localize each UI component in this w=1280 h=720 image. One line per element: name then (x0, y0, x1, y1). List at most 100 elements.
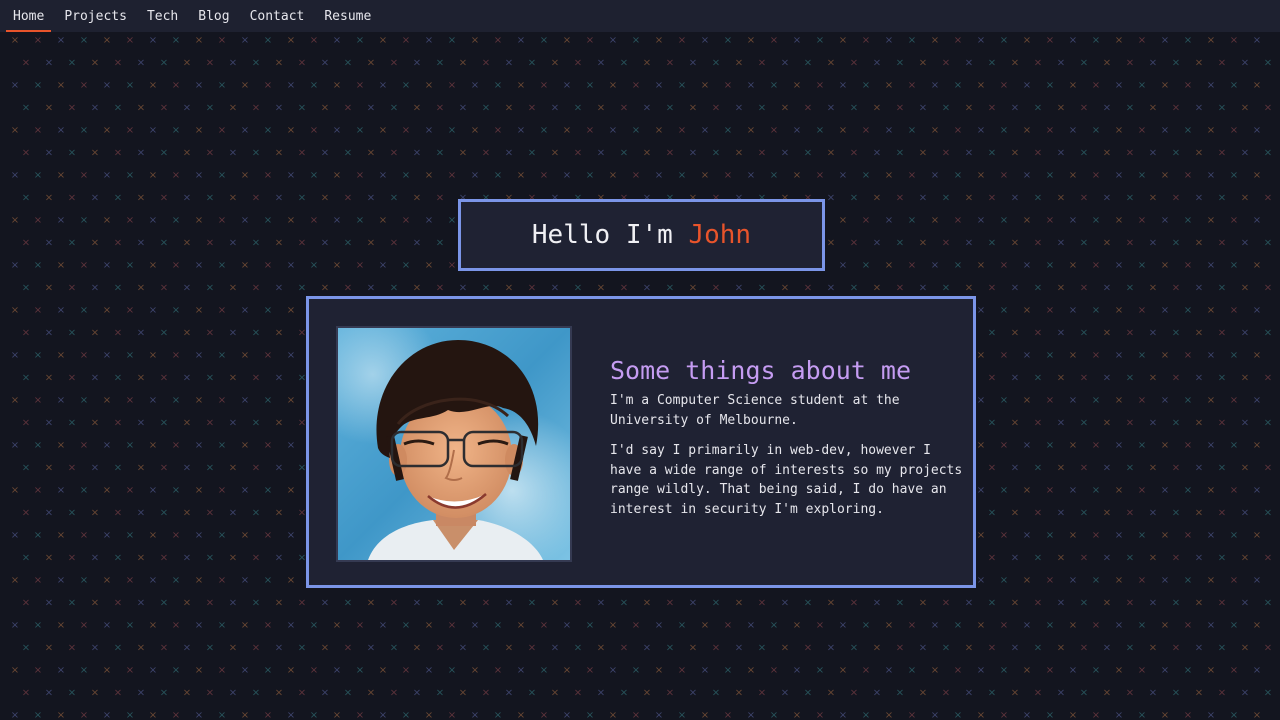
svg-text:×: × (1253, 350, 1261, 361)
svg-text:×: × (206, 643, 214, 654)
svg-text:×: × (448, 620, 456, 631)
svg-text:×: × (195, 170, 203, 181)
svg-text:×: × (574, 688, 582, 699)
svg-text:×: × (862, 710, 870, 720)
svg-text:×: × (390, 688, 398, 699)
svg-text:×: × (1264, 418, 1272, 429)
svg-text:×: × (275, 103, 283, 114)
svg-text:×: × (218, 440, 226, 451)
svg-text:×: × (1241, 643, 1249, 654)
svg-text:×: × (1264, 373, 1272, 384)
svg-text:×: × (839, 215, 847, 226)
nav-tech-link[interactable]: Tech (140, 0, 185, 32)
svg-text:×: × (839, 260, 847, 271)
nav-blog-link[interactable]: Blog (191, 0, 236, 32)
svg-text:×: × (1230, 35, 1238, 46)
svg-text:×: × (1161, 620, 1169, 631)
svg-text:×: × (689, 688, 697, 699)
svg-text:×: × (666, 103, 674, 114)
svg-text:×: × (275, 508, 283, 519)
nav-projects-link[interactable]: Projects (57, 0, 134, 32)
nav-contact-link[interactable]: Contact (243, 0, 312, 32)
svg-text:×: × (206, 238, 214, 249)
svg-text:×: × (57, 395, 65, 406)
svg-text:×: × (1069, 395, 1077, 406)
svg-text:×: × (34, 260, 42, 271)
svg-text:×: × (482, 598, 490, 609)
svg-text:×: × (275, 553, 283, 564)
svg-text:×: × (632, 80, 640, 91)
svg-text:×: × (885, 170, 893, 181)
svg-text:×: × (1218, 148, 1226, 159)
svg-text:×: × (551, 598, 559, 609)
svg-text:×: × (1046, 260, 1054, 271)
svg-text:×: × (114, 688, 122, 699)
svg-text:×: × (988, 643, 996, 654)
svg-text:×: × (275, 328, 283, 339)
svg-text:×: × (1253, 125, 1261, 136)
svg-text:×: × (724, 710, 732, 720)
nav-home-link[interactable]: Home (6, 0, 52, 32)
svg-text:×: × (298, 598, 306, 609)
svg-text:×: × (1011, 283, 1019, 294)
svg-text:×: × (574, 643, 582, 654)
svg-text:×: × (793, 125, 801, 136)
svg-text:×: × (218, 575, 226, 586)
svg-text:×: × (1207, 620, 1215, 631)
svg-text:×: × (321, 148, 329, 159)
svg-text:×: × (977, 215, 985, 226)
svg-text:×: × (1023, 260, 1031, 271)
svg-text:×: × (57, 305, 65, 316)
svg-text:×: × (45, 688, 53, 699)
svg-text:×: × (781, 598, 789, 609)
svg-text:×: × (965, 148, 973, 159)
svg-text:×: × (827, 58, 835, 69)
svg-text:×: × (528, 643, 536, 654)
svg-text:×: × (862, 260, 870, 271)
svg-text:×: × (1241, 418, 1249, 429)
nav-resume-link[interactable]: Resume (317, 0, 378, 32)
svg-text:×: × (942, 148, 950, 159)
svg-text:×: × (45, 463, 53, 474)
svg-text:×: × (1092, 305, 1100, 316)
svg-text:×: × (1126, 328, 1134, 339)
svg-text:×: × (149, 215, 157, 226)
svg-text:×: × (298, 238, 306, 249)
svg-text:×: × (712, 643, 720, 654)
svg-text:×: × (666, 148, 674, 159)
svg-text:×: × (229, 328, 237, 339)
svg-text:×: × (160, 193, 168, 204)
svg-text:×: × (34, 620, 42, 631)
svg-text:×: × (965, 643, 973, 654)
svg-text:×: × (126, 530, 134, 541)
svg-text:×: × (137, 373, 145, 384)
svg-text:×: × (931, 665, 939, 676)
svg-text:×: × (1172, 328, 1180, 339)
svg-text:×: × (195, 575, 203, 586)
svg-text:×: × (160, 463, 168, 474)
svg-text:×: × (367, 283, 375, 294)
svg-text:×: × (1218, 418, 1226, 429)
svg-text:×: × (1034, 598, 1042, 609)
svg-text:×: × (1149, 508, 1157, 519)
svg-text:×: × (758, 283, 766, 294)
svg-text:×: × (1218, 553, 1226, 564)
svg-text:×: × (586, 710, 594, 720)
svg-text:×: × (1230, 305, 1238, 316)
svg-text:×: × (597, 643, 605, 654)
svg-text:×: × (1264, 598, 1272, 609)
svg-text:×: × (839, 125, 847, 136)
svg-text:×: × (1046, 215, 1054, 226)
svg-text:×: × (505, 643, 513, 654)
svg-text:×: × (45, 418, 53, 429)
svg-text:×: × (655, 620, 663, 631)
svg-text:×: × (1126, 148, 1134, 159)
svg-text:×: × (1207, 80, 1215, 91)
svg-text:×: × (689, 58, 697, 69)
svg-text:×: × (183, 148, 191, 159)
svg-text:×: × (172, 575, 180, 586)
svg-text:×: × (724, 170, 732, 181)
svg-text:×: × (367, 193, 375, 204)
svg-text:×: × (1115, 440, 1123, 451)
svg-text:×: × (781, 148, 789, 159)
